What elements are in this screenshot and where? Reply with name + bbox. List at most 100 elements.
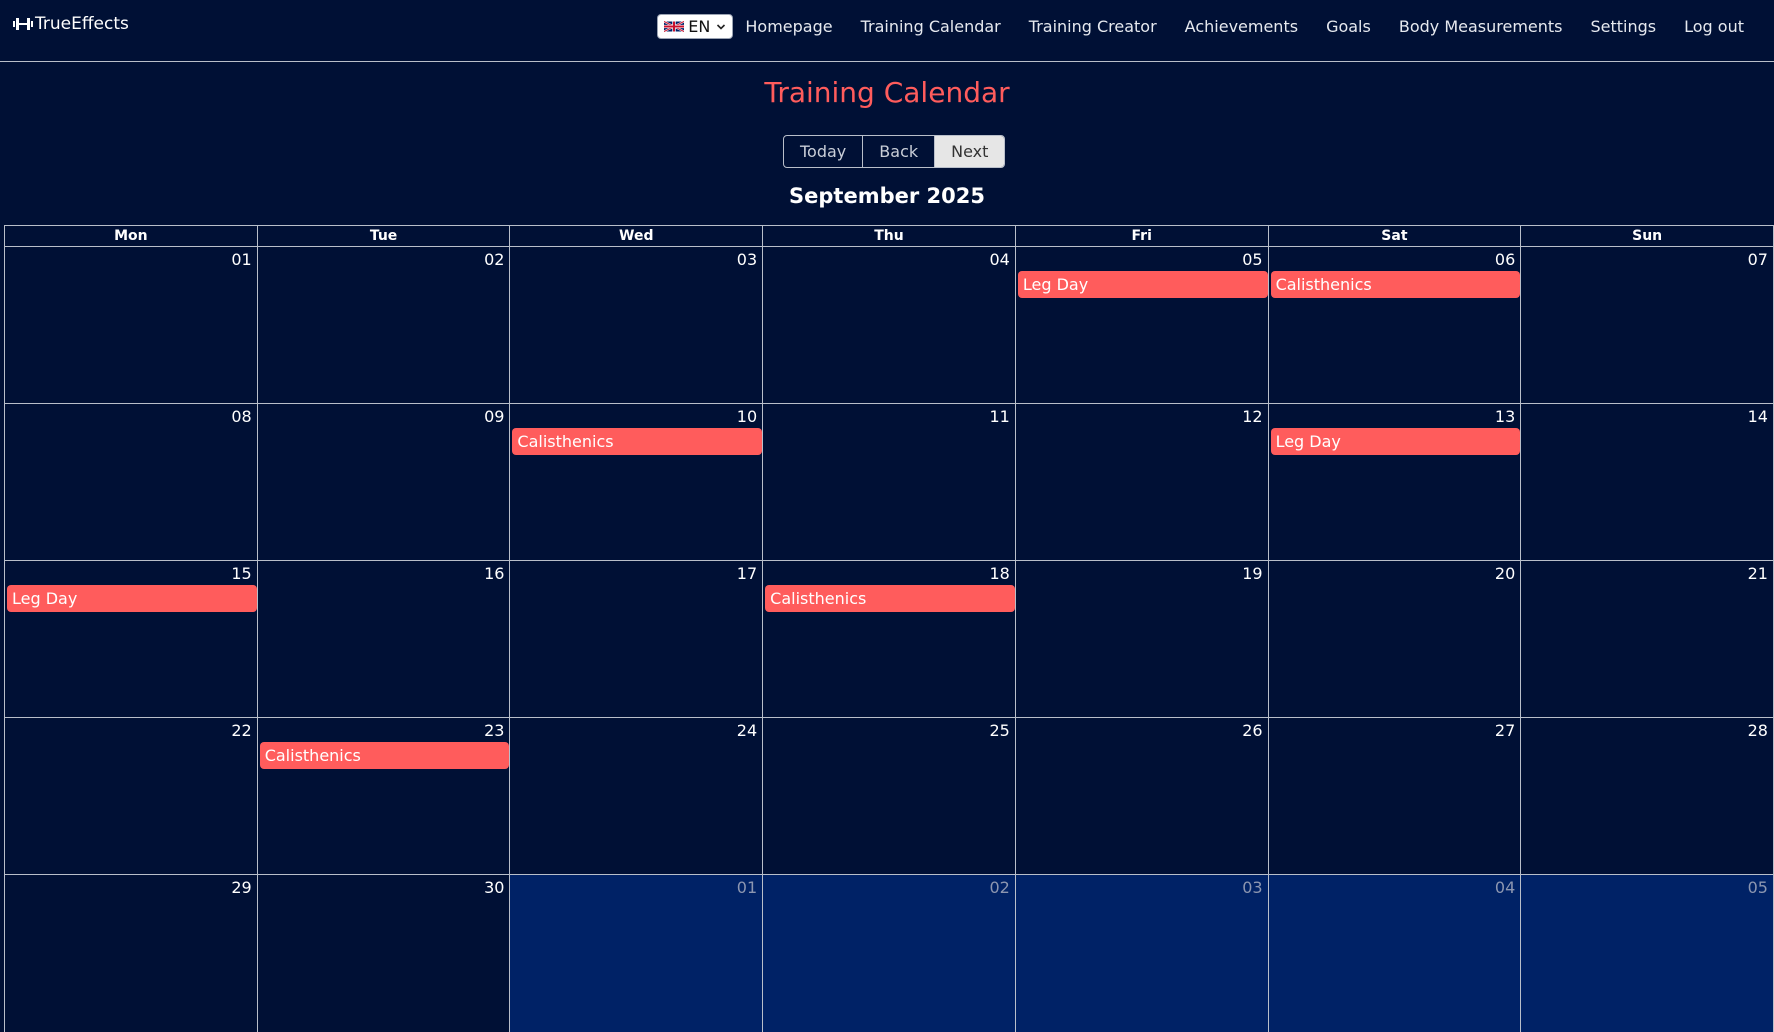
day-number[interactable]: 02 xyxy=(484,250,504,269)
day-cell[interactable]: 19 xyxy=(1016,561,1269,717)
day-cell[interactable]: 29 xyxy=(5,875,258,1032)
day-cell[interactable]: 09 xyxy=(258,404,511,560)
day-number[interactable]: 03 xyxy=(737,250,757,269)
day-number[interactable]: 26 xyxy=(1242,721,1262,740)
day-cell[interactable]: 05 Leg Day xyxy=(1016,247,1269,403)
nav-achievements[interactable]: Achievements xyxy=(1185,17,1298,36)
day-number[interactable]: 24 xyxy=(737,721,757,740)
day-cell[interactable]: 15 Leg Day xyxy=(5,561,258,717)
day-number[interactable]: 10 xyxy=(737,407,757,426)
day-cell[interactable]: 05 xyxy=(1521,875,1774,1032)
day-cell[interactable]: 02 xyxy=(258,247,511,403)
day-number[interactable]: 01 xyxy=(231,250,251,269)
day-cell[interactable]: 16 xyxy=(258,561,511,717)
day-cell[interactable]: 25 xyxy=(763,718,1016,874)
nav-training-calendar[interactable]: Training Calendar xyxy=(861,17,1001,36)
day-number[interactable]: 12 xyxy=(1242,407,1262,426)
day-number[interactable]: 25 xyxy=(989,721,1009,740)
day-cell[interactable]: 06 Calisthenics xyxy=(1269,247,1522,403)
day-number[interactable]: 07 xyxy=(1748,250,1768,269)
nav-homepage[interactable]: Homepage xyxy=(745,17,832,36)
day-number[interactable]: 04 xyxy=(989,250,1009,269)
language-select[interactable]: EN xyxy=(657,14,734,39)
day-cell[interactable]: 28 xyxy=(1521,718,1774,874)
training-event[interactable]: Calisthenics xyxy=(765,585,1015,612)
day-cell[interactable]: 14 xyxy=(1521,404,1774,560)
day-number[interactable]: 16 xyxy=(484,564,504,583)
day-cell[interactable]: 24 xyxy=(510,718,764,874)
weekday-label: Fri xyxy=(1016,226,1269,246)
day-number[interactable]: 28 xyxy=(1748,721,1768,740)
day-number[interactable]: 06 xyxy=(1495,250,1515,269)
training-event[interactable]: Calisthenics xyxy=(1270,271,1521,298)
day-cell[interactable]: 18 Calisthenics xyxy=(763,561,1016,717)
nav-settings[interactable]: Settings xyxy=(1591,17,1657,36)
day-cell[interactable]: 08 xyxy=(5,404,258,560)
day-number[interactable]: 17 xyxy=(737,564,757,583)
day-cell[interactable]: 13 Leg Day xyxy=(1269,404,1522,560)
training-event[interactable]: Leg Day xyxy=(7,585,257,612)
nav-log-out[interactable]: Log out xyxy=(1684,17,1744,36)
day-cell[interactable]: 27 xyxy=(1269,718,1522,874)
day-number[interactable]: 03 xyxy=(1242,878,1262,897)
nav-body-measurements[interactable]: Body Measurements xyxy=(1399,17,1563,36)
chevron-down-icon xyxy=(717,23,726,30)
nav-training-creator[interactable]: Training Creator xyxy=(1029,17,1157,36)
training-event[interactable]: Calisthenics xyxy=(512,428,763,455)
day-number[interactable]: 05 xyxy=(1242,250,1262,269)
day-cell[interactable]: 26 xyxy=(1016,718,1269,874)
day-number[interactable]: 18 xyxy=(989,564,1009,583)
week-row: 29 30 01 02 03 04 05 xyxy=(4,875,1774,1032)
day-cell[interactable]: 04 xyxy=(1268,875,1522,1032)
day-number[interactable]: 08 xyxy=(231,407,251,426)
day-cell[interactable]: 11 xyxy=(763,404,1016,560)
day-number[interactable]: 30 xyxy=(484,878,504,897)
day-cell[interactable]: 10 Calisthenics xyxy=(510,404,764,560)
training-event[interactable]: Leg Day xyxy=(1270,428,1521,455)
day-number[interactable]: 19 xyxy=(1242,564,1262,583)
day-cell[interactable]: 22 xyxy=(5,718,258,874)
brand-logo[interactable]: TrueEffects xyxy=(13,14,129,34)
today-button[interactable]: Today xyxy=(784,136,862,167)
day-cell[interactable]: 30 xyxy=(258,875,511,1032)
month-calendar: Mon Tue Wed Thu Fri Sat Sun 01 02 03 04 05 Leg Day 0… xyxy=(4,225,1774,1032)
day-number[interactable]: 27 xyxy=(1495,721,1515,740)
next-button[interactable]: Next xyxy=(934,136,1005,167)
back-button[interactable]: Back xyxy=(862,136,934,167)
day-cell[interactable]: 03 xyxy=(1015,875,1269,1032)
day-number[interactable]: 15 xyxy=(231,564,251,583)
day-cell[interactable]: 01 xyxy=(5,247,258,403)
day-cell[interactable]: 02 xyxy=(763,875,1016,1032)
day-number[interactable]: 11 xyxy=(989,407,1009,426)
day-number[interactable]: 09 xyxy=(484,407,504,426)
day-number[interactable]: 05 xyxy=(1748,878,1768,897)
day-cell[interactable]: 12 xyxy=(1016,404,1269,560)
training-event[interactable]: Leg Day xyxy=(1017,271,1268,298)
week-row: 01 02 03 04 05 Leg Day 06 Calisthenics 07 xyxy=(4,247,1774,404)
week-row: 15 Leg Day 16 17 18 Calisthenics 19 20 21 xyxy=(4,561,1774,718)
day-cell[interactable]: 17 xyxy=(510,561,764,717)
day-cell[interactable]: 04 xyxy=(763,247,1016,403)
day-number[interactable]: 14 xyxy=(1748,407,1768,426)
day-cell[interactable]: 01 xyxy=(510,875,764,1032)
day-number[interactable]: 23 xyxy=(484,721,504,740)
day-cell[interactable]: 03 xyxy=(510,247,764,403)
nav-goals[interactable]: Goals xyxy=(1326,17,1371,36)
day-number[interactable]: 22 xyxy=(231,721,251,740)
day-number[interactable]: 29 xyxy=(231,878,251,897)
day-number[interactable]: 13 xyxy=(1495,407,1515,426)
day-cell[interactable]: 07 xyxy=(1521,247,1774,403)
weekday-label: Sat xyxy=(1269,226,1522,246)
day-number[interactable]: 21 xyxy=(1748,564,1768,583)
day-number[interactable]: 04 xyxy=(1495,878,1515,897)
training-event[interactable]: Calisthenics xyxy=(259,742,510,769)
language-value: EN xyxy=(688,17,711,36)
day-number[interactable]: 20 xyxy=(1495,564,1515,583)
day-cell[interactable]: 23 Calisthenics xyxy=(258,718,511,874)
day-cell[interactable]: 20 xyxy=(1269,561,1522,717)
day-number[interactable]: 02 xyxy=(989,878,1009,897)
day-number[interactable]: 01 xyxy=(737,878,757,897)
top-navbar: TrueEffects EN Homepage Training Calendar… xyxy=(0,0,1774,62)
weekday-header: Mon Tue Wed Thu Fri Sat Sun xyxy=(4,225,1774,247)
day-cell[interactable]: 21 xyxy=(1521,561,1774,717)
